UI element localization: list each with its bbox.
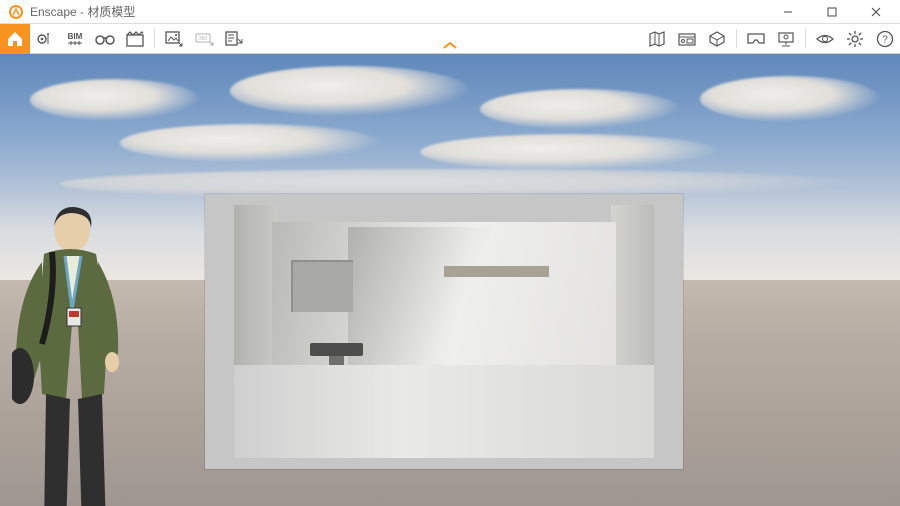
minimap-button[interactable] bbox=[642, 24, 672, 54]
cloud bbox=[230, 66, 470, 116]
export-button[interactable] bbox=[219, 24, 249, 54]
vr-headset-button[interactable] bbox=[741, 24, 771, 54]
toolbar-separator bbox=[736, 29, 737, 48]
cloud bbox=[480, 89, 680, 129]
visual-settings-button[interactable] bbox=[810, 24, 840, 54]
pano-360-button[interactable]: 360 bbox=[189, 24, 219, 54]
screenshot-button[interactable] bbox=[159, 24, 189, 54]
svg-text:360: 360 bbox=[199, 36, 208, 42]
wall-niche bbox=[291, 260, 353, 312]
close-button[interactable] bbox=[854, 0, 898, 24]
foreground-person bbox=[12, 204, 142, 506]
app-logo-icon bbox=[8, 4, 24, 20]
settings-button[interactable] bbox=[840, 24, 870, 54]
room-cutaway-model bbox=[205, 194, 683, 469]
bim-label: BIM bbox=[68, 33, 83, 41]
help-button[interactable]: ? bbox=[870, 24, 900, 54]
maximize-button[interactable] bbox=[810, 0, 854, 24]
3d-box-button[interactable] bbox=[702, 24, 732, 54]
svg-text:?: ? bbox=[882, 35, 888, 46]
cloud bbox=[30, 79, 200, 121]
render-viewport[interactable] bbox=[0, 54, 900, 506]
expand-toolbar-handle[interactable] bbox=[441, 40, 459, 55]
sink-basin bbox=[310, 343, 363, 357]
main-toolbar: BIM 360 ? bbox=[0, 24, 900, 54]
toolbar-separator bbox=[805, 29, 806, 48]
cloud bbox=[700, 76, 880, 122]
cloud bbox=[420, 134, 720, 170]
bim-button[interactable]: BIM bbox=[60, 24, 90, 54]
towel-bar bbox=[444, 266, 549, 277]
cloud bbox=[120, 124, 380, 162]
manage-views-button[interactable] bbox=[30, 24, 60, 54]
title-bar: Enscape - 材质模型 bbox=[0, 0, 900, 24]
presentation-button[interactable] bbox=[771, 24, 801, 54]
minimize-button[interactable] bbox=[766, 0, 810, 24]
window-title: Enscape - 材质模型 bbox=[30, 3, 135, 20]
asset-library-button[interactable] bbox=[672, 24, 702, 54]
toolbar-separator bbox=[154, 29, 155, 48]
binoculars-button[interactable] bbox=[90, 24, 120, 54]
home-button[interactable] bbox=[0, 24, 30, 54]
video-button[interactable] bbox=[120, 24, 150, 54]
